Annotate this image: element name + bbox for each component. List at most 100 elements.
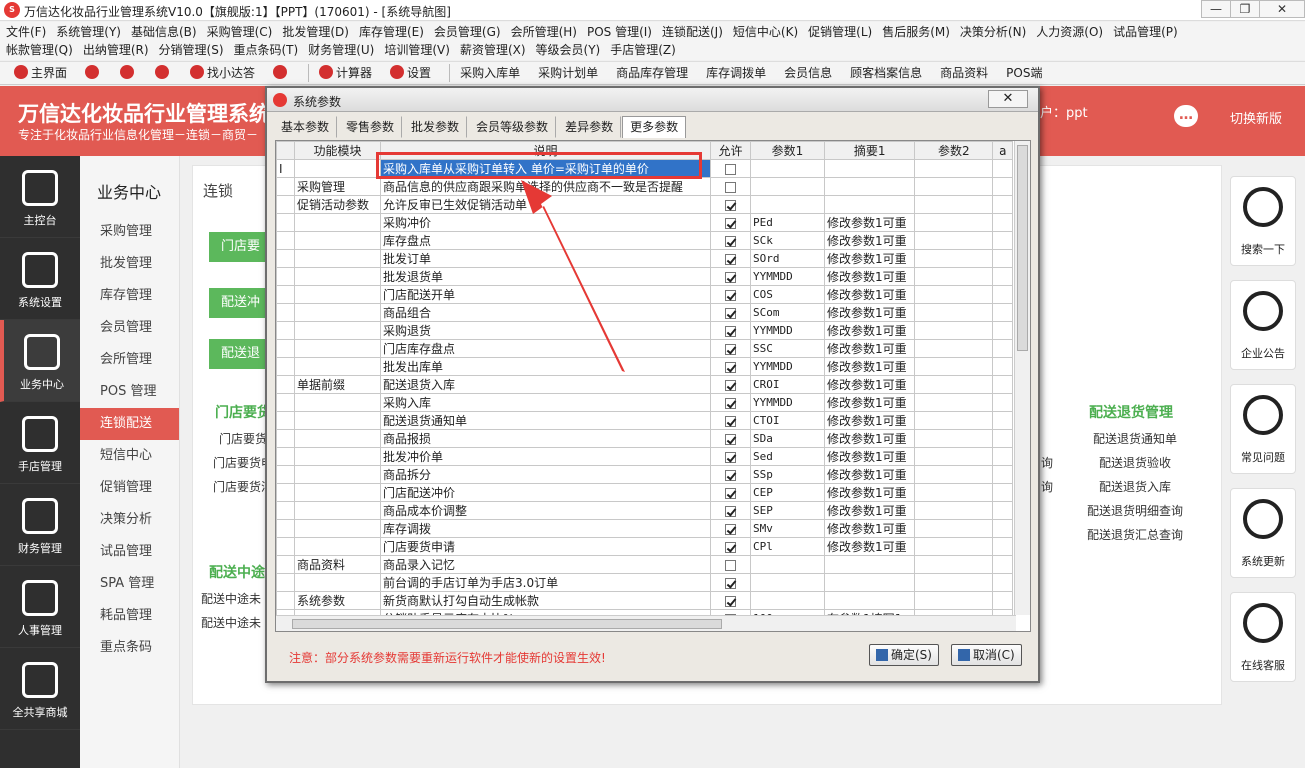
allow-checkbox[interactable] (725, 469, 736, 481)
allow-checkbox[interactable] (725, 415, 736, 427)
menu-item[interactable]: 帐款管理(Q) (6, 43, 73, 57)
table-row[interactable]: 门店配送开单 COS 修改参数1可重 (276, 285, 1014, 304)
table-row[interactable]: 门店要货申请 CPl 修改参数1可重 (276, 537, 1014, 556)
p1-cell[interactable] (750, 555, 825, 574)
table-row[interactable]: 库存调拨 SMv 修改参数1可重 (276, 519, 1014, 538)
submenu-item[interactable]: 连锁配送 (80, 408, 179, 440)
table-row[interactable]: 门店配送冲价 CEP 修改参数1可重 (276, 483, 1014, 502)
s1-cell[interactable] (823, 573, 916, 592)
module-cell[interactable]: 单据前缀 (294, 375, 381, 394)
p1-cell[interactable]: SMv (750, 519, 825, 538)
p2-cell[interactable] (914, 537, 994, 556)
store-request-link-2[interactable]: 门店要货申 (213, 454, 273, 471)
toolbar-item[interactable]: 商品库存管理 (616, 62, 688, 84)
allow-checkbox[interactable] (725, 577, 736, 589)
p2-cell[interactable] (914, 321, 994, 340)
grid-horizontal-scrollbar[interactable] (276, 615, 1016, 631)
p2-cell[interactable] (914, 213, 994, 232)
p1-cell[interactable] (750, 195, 825, 214)
p1-cell[interactable] (750, 573, 825, 592)
allow-checkbox[interactable] (725, 451, 736, 463)
allow-cell[interactable] (710, 249, 751, 268)
p2-cell[interactable] (914, 267, 994, 286)
table-row[interactable]: 系统参数 新货商默认打勾自动生成帐款 (276, 591, 1014, 610)
desc-cell[interactable]: 门店库存盘点 (380, 339, 711, 358)
p1-cell[interactable]: SOrd (750, 249, 825, 268)
p1-cell[interactable]: YYMMDD (750, 321, 825, 340)
menu-item[interactable]: 系统管理(Y) (56, 25, 121, 39)
menu-item[interactable]: 库存管理(E) (359, 25, 424, 39)
allow-checkbox[interactable] (725, 379, 736, 391)
right-panel-tile[interactable]: 在线客服 (1230, 592, 1296, 682)
right-panel-tile[interactable]: 搜索一下 (1230, 176, 1296, 266)
p2-cell[interactable] (914, 591, 994, 610)
desc-cell[interactable]: 商品成本价调整 (380, 501, 711, 520)
desc-cell[interactable]: 门店配送开单 (380, 285, 711, 304)
module-cell[interactable] (294, 249, 381, 268)
submenu-item[interactable]: 短信中心 (80, 440, 179, 472)
minimize-button[interactable]: — (1201, 0, 1231, 18)
nav-item[interactable]: 财务管理 (0, 484, 80, 566)
desc-cell[interactable]: 前台调的手店订单为手店3.0订单 (380, 573, 711, 592)
right-panel-tile[interactable]: 企业公告 (1230, 280, 1296, 370)
menu-item[interactable]: 培训管理(V) (384, 43, 450, 57)
close-button[interactable]: ✕ (1259, 0, 1305, 18)
allow-checkbox[interactable] (725, 325, 736, 337)
s1-cell[interactable]: 修改参数1可重 (823, 429, 916, 448)
module-cell[interactable] (294, 285, 381, 304)
module-cell[interactable] (294, 501, 381, 520)
allow-checkbox[interactable] (725, 289, 736, 301)
submenu-item[interactable]: 决策分析 (80, 504, 179, 536)
desc-cell[interactable]: 配送退货入库 (380, 375, 711, 394)
menu-item[interactable]: 售后服务(M) (882, 25, 950, 39)
p2-cell[interactable] (914, 195, 994, 214)
desc-cell[interactable]: 采购入库 (380, 393, 711, 412)
nav-item[interactable]: 全共享商城 (0, 648, 80, 730)
toolbar-item[interactable]: 顾客档案信息 (850, 62, 922, 84)
s1-cell[interactable]: 修改参数1可重 (823, 519, 916, 538)
menu-item[interactable]: 采购管理(C) (207, 25, 273, 39)
p1-cell[interactable]: COS (750, 285, 825, 304)
menu-item[interactable]: 重点条码(T) (234, 43, 299, 57)
table-row[interactable]: 批发订单 SOrd 修改参数1可重 (276, 249, 1014, 268)
s1-cell[interactable]: 修改参数1可重 (823, 285, 916, 304)
allow-cell[interactable] (710, 501, 751, 520)
module-cell[interactable] (294, 537, 381, 556)
return-link-4[interactable]: 配送退货明细查询 (1087, 502, 1183, 519)
p2-cell[interactable] (914, 573, 994, 592)
module-cell[interactable] (294, 519, 381, 538)
submenu-item[interactable]: 试品管理 (80, 536, 179, 568)
p2-cell[interactable] (914, 177, 994, 196)
allow-cell[interactable] (710, 483, 751, 502)
p1-cell[interactable] (750, 591, 825, 610)
desc-cell[interactable]: 商品拆分 (380, 465, 711, 484)
allow-cell[interactable] (710, 573, 751, 592)
allow-cell[interactable] (710, 465, 751, 484)
module-cell[interactable] (294, 573, 381, 592)
p1-cell[interactable]: CROI (750, 375, 825, 394)
desc-cell[interactable]: 商品组合 (380, 303, 711, 322)
menu-item[interactable]: 短信中心(K) (733, 25, 798, 39)
s1-cell[interactable]: 修改参数1可重 (823, 537, 916, 556)
allow-checkbox[interactable] (725, 433, 736, 445)
desc-cell[interactable]: 库存盘点 (380, 231, 711, 250)
allow-cell[interactable] (710, 375, 751, 394)
p2-cell[interactable] (914, 501, 994, 520)
toolbar-item[interactable]: POS端 (1006, 62, 1042, 84)
s1-cell[interactable]: 修改参数1可重 (823, 321, 916, 340)
return-link-3[interactable]: 配送退货入库 (1099, 478, 1171, 495)
allow-cell[interactable] (710, 303, 751, 322)
menu-item[interactable]: 文件(F) (6, 25, 46, 39)
toolbar-item[interactable]: 商品资料 (940, 62, 988, 84)
allow-checkbox[interactable] (725, 343, 736, 355)
module-cell[interactable] (294, 429, 381, 448)
p2-cell[interactable] (914, 465, 994, 484)
desc-cell[interactable]: 商品录入记忆 (380, 555, 711, 574)
table-row[interactable]: 商品报损 SDa 修改参数1可重 (276, 429, 1014, 448)
table-row[interactable]: 批发冲价单 Sed 修改参数1可重 (276, 447, 1014, 466)
module-cell[interactable] (294, 393, 381, 412)
s1-cell[interactable]: 修改参数1可重 (823, 339, 916, 358)
table-row[interactable]: 商品组合 SCom 修改参数1可重 (276, 303, 1014, 322)
allow-cell[interactable] (710, 591, 751, 610)
p2-cell[interactable] (914, 303, 994, 322)
